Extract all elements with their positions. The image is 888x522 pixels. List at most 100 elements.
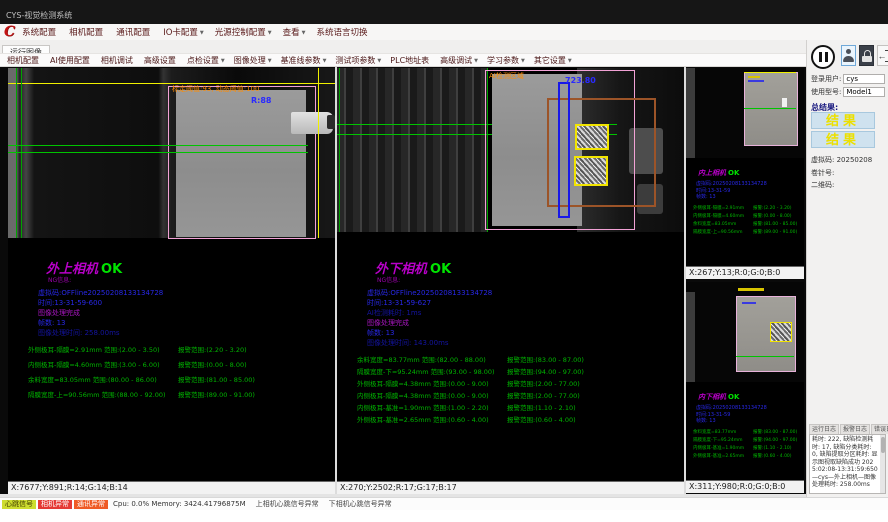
measurement-row: 内侧极耳-基准=1.90mm报警:(1.10 - 2.10) <box>693 445 804 453</box>
cam3-image-canvas[interactable] <box>686 68 804 158</box>
menu-item[interactable]: 光源控制配置▼ <box>215 26 272 38</box>
toolbar-item[interactable]: 相机配置 <box>7 55 41 66</box>
toolbar-item[interactable]: 高级调试▼ <box>440 55 478 66</box>
log-tab[interactable]: 错误日志 <box>871 424 888 434</box>
menu-item[interactable]: 查看▼ <box>283 26 306 38</box>
toolbar-item[interactable]: 图像处理▼ <box>234 55 272 66</box>
user-button[interactable] <box>841 45 856 66</box>
info-line: AI检测耗时: 1ms <box>367 308 684 318</box>
cam4-measurements: 余料宽度=83.77mm报警:(83.00 - 87.00)隔膜宽度-下=95.… <box>686 429 804 461</box>
cam4-image-canvas[interactable] <box>686 282 804 382</box>
result-ok: OK <box>728 393 739 401</box>
measure-line <box>8 152 308 153</box>
panel-fields: 登录用户: 使用型号: <box>807 74 888 100</box>
cam1-measurements: 外侧极耳-隔膜=2.91mm 范围:(2.00 - 3.50)报警范围:(2.2… <box>8 344 335 404</box>
info-line: 时间:13-31-59-600 <box>38 298 335 308</box>
app-logo-icon: C <box>4 25 15 39</box>
toolbar-item[interactable]: 相机调试 <box>101 55 135 66</box>
lock-button[interactable] <box>859 45 874 66</box>
menu-item[interactable]: 通讯配置 <box>116 26 152 38</box>
exit-icon: ← <box>879 50 888 62</box>
info-line: 帧数: 13 <box>38 318 335 328</box>
cam2-overlay: 外下相机OK NG信息: 虚拟码:OFFline2025020813313472… <box>337 258 684 426</box>
model-label: 使用型号: <box>811 87 841 97</box>
camera-name: 外上相机 <box>46 262 98 277</box>
calibration-line <box>744 72 796 73</box>
cam2-title: 外下相机OK <box>337 258 684 277</box>
view-divider <box>335 67 337 497</box>
toolbar-item[interactable]: AI使用配置 <box>50 55 92 66</box>
cam1-title: 外上相机OK <box>8 258 335 277</box>
calibration-line <box>318 68 319 238</box>
log-scrollbar-thumb[interactable] <box>881 437 885 453</box>
cam2-info: 虚拟码:OFFline20250208133134728时间:13-31-59-… <box>337 288 684 348</box>
cam2-image-canvas[interactable]: AI检测区域 723.80 <box>337 68 684 232</box>
connector-cap <box>327 115 335 129</box>
info-line: 图像处理时间: 143.00ms <box>367 338 684 348</box>
toolbar-item[interactable]: 高级设置 <box>144 55 178 66</box>
model-field[interactable] <box>843 87 885 97</box>
toolbar-item[interactable]: 点检设置▼ <box>187 55 225 66</box>
defect-box <box>770 322 792 342</box>
ai-zone-label: AI检测区域 <box>489 71 524 81</box>
value-tag: R:88 <box>251 96 272 105</box>
menu-item[interactable]: 系统语言切换 <box>317 26 370 38</box>
camera-name: 内下相机 <box>698 393 726 401</box>
camera-name: 外下相机 <box>375 262 427 277</box>
exit-button[interactable]: ← <box>877 45 888 66</box>
info-line: 帧数: 13 <box>367 328 684 338</box>
toolbar-item[interactable]: PLC地址表 <box>390 55 431 66</box>
chevron-down-icon: ▼ <box>302 30 306 36</box>
info-line: 图像处理完成 <box>367 318 684 328</box>
model-row: 使用型号: <box>811 87 888 97</box>
mini-label-mark <box>748 76 760 78</box>
menu-item[interactable]: IO卡配置▼ <box>163 26 204 38</box>
toolbar-item[interactable]: 测试项参数▼ <box>335 55 381 66</box>
toolbar-item[interactable]: 基准线参数▼ <box>281 55 327 66</box>
pause-button[interactable] <box>811 44 837 70</box>
camera-view-inner-lower: 内下相机OK 虚拟码:20250208133134728时间:13-31-59帧… <box>686 282 804 493</box>
chevron-down-icon: ▼ <box>268 58 272 64</box>
chevron-down-icon: ▼ <box>568 58 572 64</box>
status-badges: 心跳信号相机异常通讯异常 <box>2 500 108 509</box>
ng-info: NG信息: <box>8 277 335 284</box>
tab-row: 运行图像 <box>0 40 888 54</box>
measurement-row: 外侧极耳-隔膜=4.38mm 范围:(0.00 - 9.00)报警范围:(2.0… <box>357 378 684 390</box>
status-badge: 通讯异常 <box>74 500 108 509</box>
status-badge: 心跳信号 <box>2 500 36 509</box>
ng-info: NG信息: <box>337 277 684 284</box>
info-line: 图像处理完成 <box>38 308 335 318</box>
log-tab[interactable]: 运行日志 <box>809 424 839 434</box>
edge-line <box>339 68 340 232</box>
measurement-row: 外侧极耳-基准=2.65mm报警:(0.60 - 4.00) <box>693 453 804 461</box>
log-scrollbar[interactable] <box>880 435 885 493</box>
toolbar-item[interactable]: 学习参数▼ <box>487 55 525 66</box>
defect-box <box>574 156 608 186</box>
info-line: 虚拟码:OFFline20250208133134728 <box>38 288 335 298</box>
chevron-down-icon: ▼ <box>521 58 525 64</box>
bright-spot <box>782 98 787 107</box>
info-line: 帧数: 13 <box>696 418 804 425</box>
measurement-row: 隔膜宽度-下=95.24mm 范围:(93.00 - 98.00)报警范围:(9… <box>357 366 684 378</box>
menu-item[interactable]: 相机配置 <box>69 26 105 38</box>
measure-line <box>736 356 794 357</box>
cam2-coordinate-bar: X:270;Y:2502;R:17;G:17;B:17 <box>337 481 684 494</box>
result-badge-lower: 结果 <box>811 131 875 148</box>
chevron-down-icon: ▼ <box>377 58 381 64</box>
login-user-label: 登录用户: <box>811 74 841 84</box>
log-tab[interactable]: 报警日志 <box>840 424 870 434</box>
log-textbox[interactable]: 耗时: 222, 缺陷检测耗时: 17, 缺陷分类耗时: 0, 缺陷提取分区耗时… <box>809 434 886 494</box>
cam4-info: 虚拟码:20250208133134728时间:13-31-59帧数: 13 <box>686 405 804 425</box>
measure-line <box>8 145 308 146</box>
login-user-field[interactable] <box>843 74 885 84</box>
toolbar-item[interactable]: 其它设置▼ <box>534 55 572 66</box>
measurement-row: 余料宽度=83.77mm报警:(83.00 - 87.00) <box>693 429 804 437</box>
cam1-image-canvas[interactable]: 标定阈值:93, 动态阈值:100 R:88 <box>8 68 335 238</box>
menu-item[interactable]: 系统配置 <box>22 26 58 38</box>
cam3-coordinate-bar: X:267;Y:13;R:0;G:0;B:0 <box>686 266 804 279</box>
right-control-panel: ← 登录用户: 使用型号: 总结果: 结果 结果 虚拟码: 20250208 卷… <box>806 40 888 497</box>
app-window: CYS-视觉检测系统 C 系统配置 相机配置 通讯配置 IO卡配置▼ 光源控制配… <box>0 0 888 522</box>
pause-icon <box>811 45 835 69</box>
main-area: 标定阈值:93, 动态阈值:100 R:88 外上相机OK NG信息: 虚拟码:… <box>0 67 806 497</box>
cam3-measurements: 外侧极耳-隔膜=2.91mm报警:(2.20 - 3.20)内侧极耳-隔膜=4.… <box>686 205 804 237</box>
